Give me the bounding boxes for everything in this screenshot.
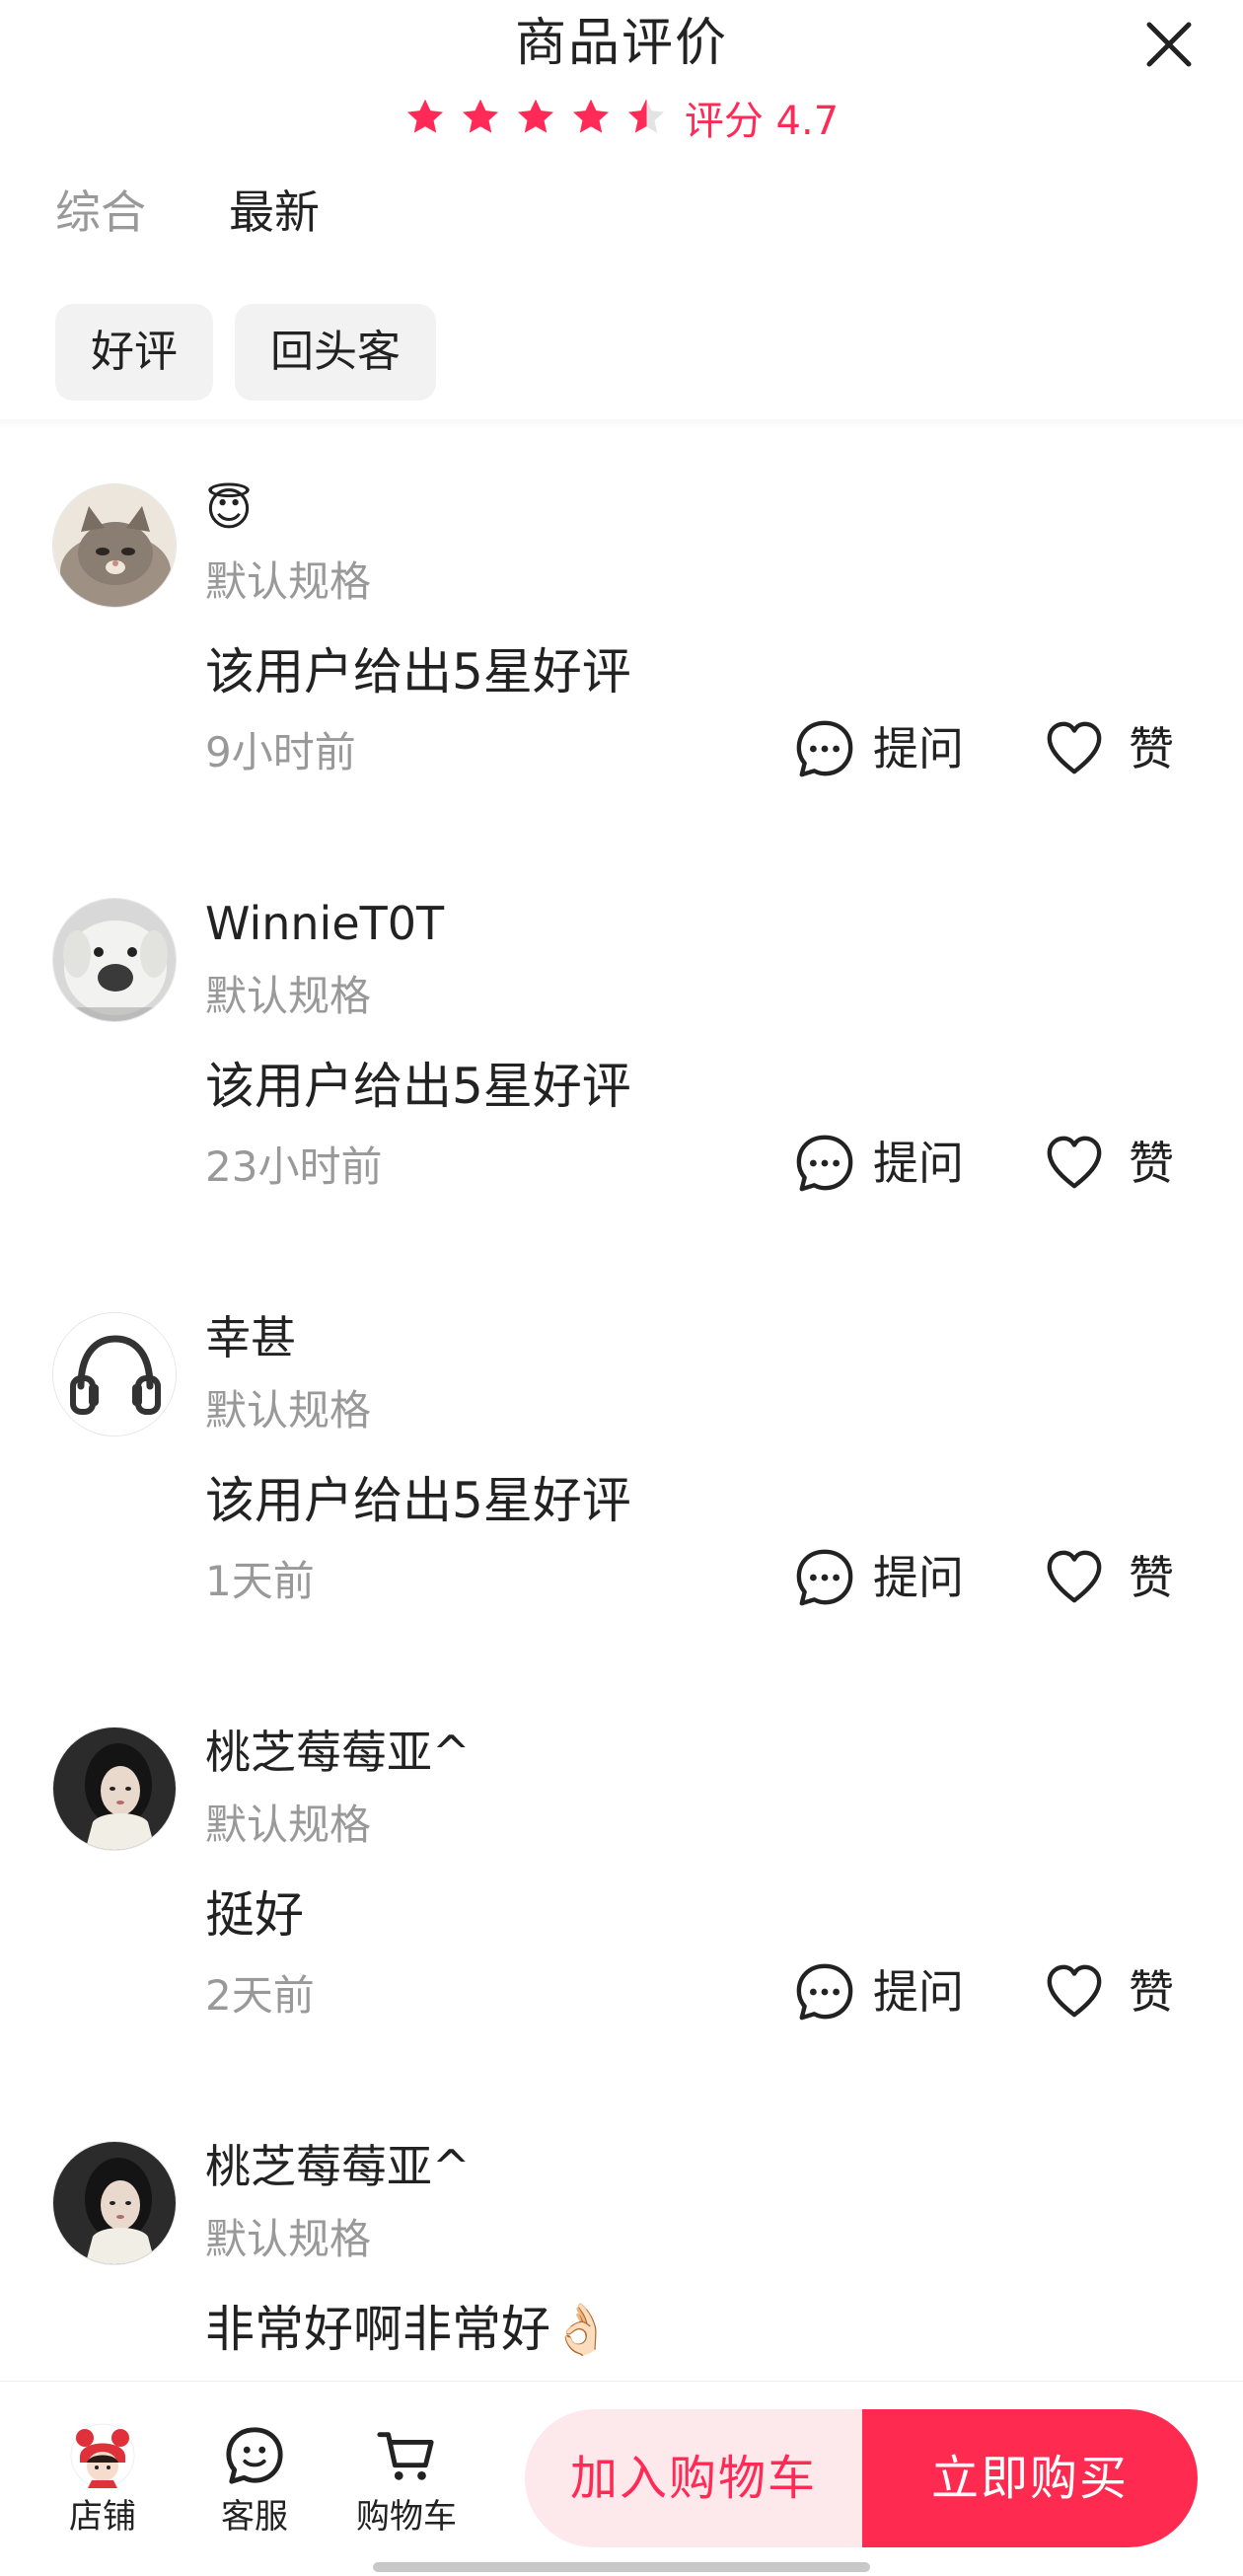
ask-button[interactable]: 提问: [794, 1961, 964, 2023]
sort-tabs: 综合 最新: [55, 183, 320, 242]
buy-now-button[interactable]: 立即购买: [862, 2409, 1198, 2547]
like-label: 赞: [1129, 722, 1174, 775]
like-label: 赞: [1129, 1137, 1174, 1190]
store-avatar-icon: [68, 2421, 137, 2490]
filter-chip-positive[interactable]: 好评: [55, 304, 213, 401]
close-button[interactable]: [1134, 10, 1204, 79]
add-to-cart-button[interactable]: 加入购物车: [525, 2409, 862, 2547]
ask-button[interactable]: 提问: [794, 1547, 964, 1608]
customer-service-button[interactable]: 客服: [195, 2421, 314, 2539]
review-time: 9小时前: [205, 728, 356, 776]
review-time: 23小时前: [205, 1142, 383, 1191]
ask-button[interactable]: 提问: [794, 718, 964, 779]
chat-bubble-icon: [796, 1549, 853, 1606]
review-content: 该用户给出5星好评: [205, 643, 631, 700]
bottom-action-bar: 店铺 客服 购物车 加入购物车 立即购买: [0, 2381, 1243, 2576]
filter-chip-repeat-customer[interactable]: 回头客: [235, 304, 436, 401]
review-time: 1天前: [205, 1557, 315, 1605]
review-content: 非常好啊非常好👌🏻: [205, 2301, 613, 2358]
shopping-cart-button[interactable]: 购物车: [347, 2421, 466, 2539]
review-item: 幸甚 默认规格 该用户给出5星好评 1天前 提问 赞: [0, 1307, 1243, 1722]
chat-bubble-icon: [796, 720, 853, 777]
review-list: 😇 默认规格 该用户给出5星好评 9小时前 提问 赞 WinnieT0T 默认规…: [0, 478, 1243, 2550]
chat-bubble-icon: [796, 1135, 853, 1192]
like-button[interactable]: 赞: [1044, 1961, 1174, 2023]
review-username: 幸甚: [205, 1311, 296, 1364]
kitten-avatar[interactable]: [52, 483, 177, 608]
tab-comprehensive[interactable]: 综合: [55, 183, 146, 242]
close-icon: [1146, 22, 1192, 67]
customer-service-label: 客服: [221, 2497, 288, 2537]
review-time: 2天前: [205, 1971, 315, 2020]
review-page: 商品评价 评分 4.7 综合 最新 好评 回头客 😇 默认规格 该用户给出5星好…: [0, 0, 1243, 2576]
headphones-avatar[interactable]: [52, 1312, 177, 1436]
star-icon: [572, 99, 609, 133]
like-button[interactable]: 赞: [1044, 1547, 1174, 1608]
heart-icon: [1047, 1964, 1102, 2018]
like-label: 赞: [1129, 1965, 1174, 2019]
review-spec: 默认规格: [205, 2215, 372, 2263]
shopping-cart-label: 购物车: [356, 2497, 457, 2537]
filter-chips: 好评 回头客: [55, 304, 436, 401]
ask-button[interactable]: 提问: [794, 1133, 964, 1194]
review-content: 挺好: [205, 1886, 304, 1944]
review-item: WinnieT0T 默认规格 该用户给出5星好评 23小时前 提问 赞: [0, 893, 1243, 1307]
heart-icon: [1047, 1550, 1102, 1603]
ask-label: 提问: [873, 1965, 964, 2019]
white-dog-avatar[interactable]: [52, 898, 177, 1022]
review-item: 桃芝莓莓亚^ 默认规格 挺好 2天前 提问 赞: [0, 1722, 1243, 2136]
ask-label: 提问: [873, 1551, 964, 1604]
section-divider: [0, 419, 1243, 429]
review-item: 😇 默认规格 该用户给出5星好评 9小时前 提问 赞: [0, 478, 1243, 893]
partial-star-icon: [627, 99, 664, 133]
home-indicator[interactable]: [373, 2562, 870, 2572]
ask-label: 提问: [873, 722, 964, 775]
review-spec: 默认规格: [205, 557, 372, 606]
shopping-cart-icon: [372, 2421, 441, 2490]
star-icon: [406, 99, 443, 133]
woman-portrait-avatar[interactable]: [52, 2141, 177, 2265]
rating-stars: [404, 97, 667, 138]
review-content: 该用户给出5星好评: [205, 1058, 631, 1115]
page-title: 商品评价: [514, 14, 728, 73]
store-button[interactable]: 店铺: [43, 2421, 162, 2539]
review-username: 😇: [205, 482, 253, 536]
review-username: 桃芝莓莓亚^: [205, 1726, 471, 1779]
chat-bubble-icon: [220, 2421, 289, 2490]
review-spec: 默认规格: [205, 1801, 372, 1849]
review-username: WinnieT0T: [205, 897, 445, 950]
rating-summary: 评分 4.7: [0, 87, 1243, 148]
like-button[interactable]: 赞: [1044, 718, 1174, 779]
tab-latest[interactable]: 最新: [229, 183, 320, 242]
review-spec: 默认规格: [205, 972, 372, 1020]
rating-text: 评分 4.7: [684, 99, 840, 144]
ask-label: 提问: [873, 1137, 964, 1190]
review-content: 该用户给出5星好评: [205, 1472, 631, 1529]
star-icon: [517, 99, 553, 133]
woman-portrait-avatar[interactable]: [52, 1727, 177, 1851]
review-username: 桃芝莓莓亚^: [205, 2140, 471, 2193]
store-label: 店铺: [69, 2497, 136, 2537]
heart-icon: [1047, 1136, 1102, 1189]
review-spec: 默认规格: [205, 1386, 372, 1435]
chat-bubble-icon: [796, 1963, 853, 2021]
header: 商品评价 评分 4.7: [0, 0, 1243, 158]
like-button[interactable]: 赞: [1044, 1133, 1174, 1194]
like-label: 赞: [1129, 1551, 1174, 1604]
star-icon: [462, 99, 498, 133]
heart-icon: [1047, 721, 1102, 774]
